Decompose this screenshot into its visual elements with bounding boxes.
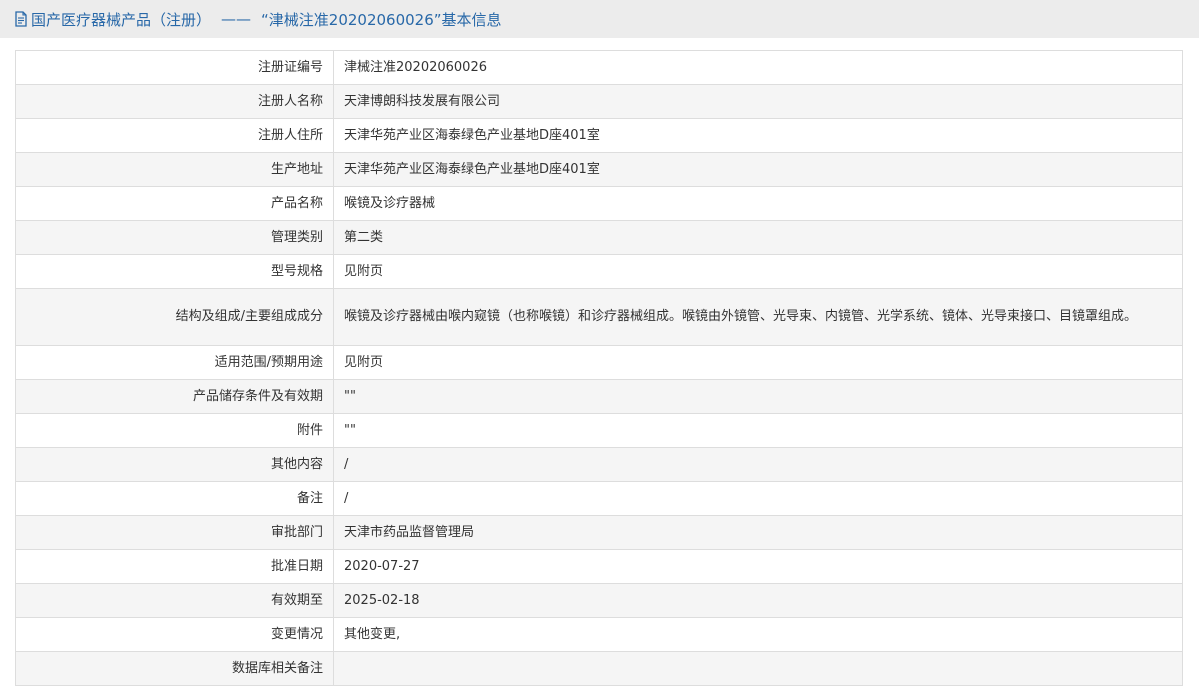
row-label: 管理类别: [15, 220, 334, 255]
row-value: 天津华苑产业区海泰绿色产业基地D座401室: [333, 118, 1183, 153]
row-value: 其他变更,: [333, 617, 1183, 652]
row-label: 注册证编号: [15, 50, 334, 85]
row-label: 数据库相关备注: [15, 651, 334, 686]
info-table-body: 注册证编号 津械注准20202060026 注册人名称 天津博朗科技发展有限公司 注册人…: [15, 50, 1183, 686]
page-header: 国产医疗器械产品（注册） —— “津械注准20202060026”基本信息: [0, 0, 1199, 38]
row-label: 注册人住所: [15, 118, 334, 153]
row-label: 其他内容: [15, 447, 334, 482]
table-row: 注册证编号 津械注准20202060026: [15, 50, 1183, 85]
row-label: 适用范围/预期用途: [15, 345, 334, 380]
row-label: 附件: [15, 413, 334, 448]
table-row: 型号规格 见附页: [15, 254, 1183, 289]
row-label: 产品名称: [15, 186, 334, 221]
row-label: 注册人名称: [15, 84, 334, 119]
info-table: 注册证编号 津械注准20202060026 注册人名称 天津博朗科技发展有限公司 注册人…: [15, 50, 1183, 686]
row-value: 天津市药品监督管理局: [333, 515, 1183, 550]
row-value: 津械注准20202060026: [333, 50, 1183, 85]
table-row: 批准日期 2020-07-27: [15, 549, 1183, 584]
table-row: 其他内容 /: [15, 447, 1183, 482]
row-label: 有效期至: [15, 583, 334, 618]
row-value: 天津博朗科技发展有限公司: [333, 84, 1183, 119]
table-row: 产品储存条件及有效期 "": [15, 379, 1183, 414]
document-icon: [14, 11, 28, 27]
row-value: 喉镜及诊疗器械: [333, 186, 1183, 221]
row-label: 变更情况: [15, 617, 334, 652]
row-label: 产品储存条件及有效期: [15, 379, 334, 414]
header-record-title: “津械注准20202060026”基本信息: [261, 10, 502, 29]
row-value: 天津华苑产业区海泰绿色产业基地D座401室: [333, 152, 1183, 187]
table-row: 结构及组成/主要组成成分 喉镜及诊疗器械由喉内窥镜（也称喉镜）和诊疗器械组成。喉镜…: [15, 288, 1183, 346]
table-row: 备注 /: [15, 481, 1183, 516]
table-row: 数据库相关备注: [15, 651, 1183, 686]
table-row: 生产地址 天津华苑产业区海泰绿色产业基地D座401室: [15, 152, 1183, 187]
table-row: 注册人住所 天津华苑产业区海泰绿色产业基地D座401室: [15, 118, 1183, 153]
table-row: 适用范围/预期用途 见附页: [15, 345, 1183, 380]
header-separator: ——: [221, 10, 252, 28]
row-label: 备注: [15, 481, 334, 516]
row-value: 第二类: [333, 220, 1183, 255]
table-row: 变更情况 其他变更,: [15, 617, 1183, 652]
row-label: 审批部门: [15, 515, 334, 550]
table-row: 产品名称 喉镜及诊疗器械: [15, 186, 1183, 221]
row-label: 生产地址: [15, 152, 334, 187]
row-value: "": [333, 413, 1183, 448]
row-label: 型号规格: [15, 254, 334, 289]
row-value: 2025-02-18: [333, 583, 1183, 618]
header-category: 国产医疗器械产品（注册）: [31, 10, 212, 29]
row-value: 2020-07-27: [333, 549, 1183, 584]
table-row: 审批部门 天津市药品监督管理局: [15, 515, 1183, 550]
row-value: 喉镜及诊疗器械由喉内窥镜（也称喉镜）和诊疗器械组成。喉镜由外镜管、光导束、内镜管…: [333, 288, 1183, 346]
row-label: 结构及组成/主要组成成分: [15, 288, 334, 346]
row-value: [333, 651, 1183, 686]
table-row: 附件 "": [15, 413, 1183, 448]
row-value: "": [333, 379, 1183, 414]
row-value: /: [333, 481, 1183, 516]
table-row: 管理类别 第二类: [15, 220, 1183, 255]
info-table-wrapper: 注册证编号 津械注准20202060026 注册人名称 天津博朗科技发展有限公司 注册人…: [15, 50, 1183, 686]
row-value: 见附页: [333, 345, 1183, 380]
row-label: 批准日期: [15, 549, 334, 584]
table-row: 有效期至 2025-02-18: [15, 583, 1183, 618]
row-value: 见附页: [333, 254, 1183, 289]
row-value: /: [333, 447, 1183, 482]
table-row: 注册人名称 天津博朗科技发展有限公司: [15, 84, 1183, 119]
